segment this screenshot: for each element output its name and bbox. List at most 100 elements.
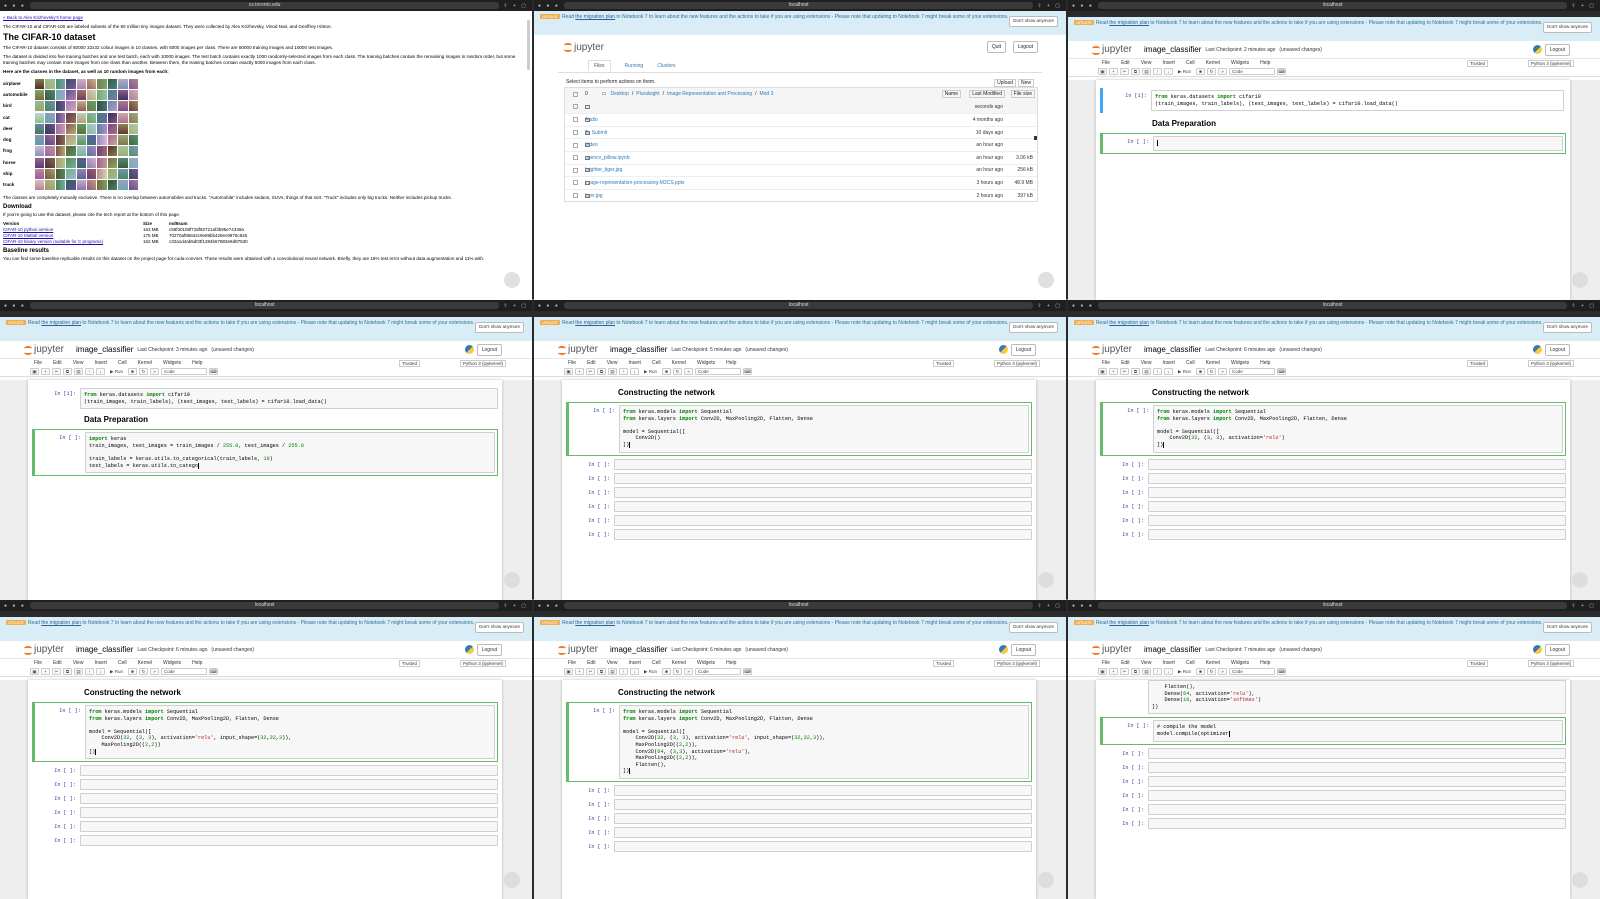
browser-actions[interactable]: ⇧ + ▢ <box>1037 303 1062 309</box>
cell-input[interactable] <box>1148 472 1566 484</box>
code-cell[interactable]: In [ ]: <box>1100 747 1566 759</box>
tab-clusters[interactable]: Clusters <box>657 63 675 69</box>
cut-icon[interactable]: ✂ <box>586 368 595 375</box>
add-cell-icon[interactable]: + <box>575 368 584 375</box>
code-cell[interactable]: In [ ]: <box>1100 789 1566 801</box>
migration-link[interactable]: the migration plan <box>1109 20 1149 26</box>
file-row[interactable]: .. seconds ago <box>565 100 1037 114</box>
code-cell[interactable]: In [ ]: <box>1100 761 1566 773</box>
logout-button[interactable]: Logout <box>1544 644 1570 656</box>
cell-input[interactable]: from keras.models import Sequential from… <box>619 405 1029 453</box>
code-cell[interactable]: In [ ]: <box>1100 500 1566 512</box>
dont-show-button[interactable]: Don't show anymore <box>1009 16 1058 27</box>
kernel-indicator[interactable]: Python 3 (ipykernel) <box>459 659 506 667</box>
cut-icon[interactable]: ✂ <box>52 368 61 375</box>
cell-input[interactable] <box>1148 803 1566 815</box>
migration-link[interactable]: the migration plan <box>575 620 615 626</box>
floating-button[interactable] <box>1572 572 1588 588</box>
trusted-indicator[interactable]: Trusted <box>932 659 954 667</box>
file-name[interactable]: brighter_tiger.jpg <box>571 167 622 173</box>
menu-item[interactable]: Edit <box>1121 360 1130 366</box>
fast-forward-icon[interactable]: » <box>1217 68 1227 75</box>
copy-icon[interactable]: ⧉ <box>597 368 606 375</box>
save-icon[interactable]: ▣ <box>564 668 573 675</box>
menu-item[interactable]: Kernel <box>138 360 152 366</box>
copy-icon[interactable]: ⧉ <box>63 368 72 375</box>
cell-input[interactable]: # compile the model model.compile(optimi… <box>1153 720 1563 742</box>
jupyter-logo[interactable]: jupyter <box>1092 644 1132 655</box>
menu-item[interactable]: Kernel <box>1206 360 1220 366</box>
menu-item[interactable]: Help <box>1260 60 1270 66</box>
fast-forward-icon[interactable]: » <box>149 668 159 675</box>
menu-item[interactable]: Widgets <box>163 360 181 366</box>
kernel-indicator[interactable]: Python 3 (ipykernel) <box>1527 59 1574 67</box>
jupyter-logo[interactable]: jupyter <box>1092 44 1132 55</box>
floating-button[interactable] <box>504 572 520 588</box>
menu-item[interactable]: Kernel <box>138 660 152 666</box>
trusted-indicator[interactable]: Trusted <box>398 659 420 667</box>
file-row[interactable]: To Submit 10 days ago <box>565 125 1037 139</box>
address-bar[interactable]: localhost <box>563 302 1034 309</box>
cell-input[interactable] <box>1148 486 1566 498</box>
add-cell-icon[interactable]: + <box>575 668 584 675</box>
cell-type-select[interactable]: Code <box>1228 668 1275 675</box>
menu-item[interactable]: View <box>73 360 84 366</box>
cell-type-select[interactable]: Code <box>1228 368 1275 375</box>
menu-item[interactable]: View <box>607 360 618 366</box>
download-link[interactable]: CIFAR-10 binary version (suitable for C … <box>3 239 103 244</box>
cell-input[interactable] <box>614 472 1032 484</box>
menu-item[interactable]: Insert <box>1162 660 1175 666</box>
window-controls[interactable]: ● ● ● <box>538 3 560 9</box>
file-name[interactable]: opencv_pillow.ipynb <box>571 155 629 161</box>
download-link[interactable]: CIFAR-10 Matlab version <box>3 233 53 238</box>
quit-button[interactable]: Quit <box>986 41 1006 53</box>
stop-icon[interactable]: ■ <box>1195 668 1205 675</box>
stop-icon[interactable]: ■ <box>1195 68 1205 75</box>
notebook-title[interactable]: image_classifier <box>1144 645 1201 654</box>
browser-actions[interactable]: ⇧ + ▢ <box>1037 603 1062 609</box>
cut-icon[interactable]: ✂ <box>1120 68 1129 75</box>
floating-button[interactable] <box>1038 272 1054 288</box>
menu-item[interactable]: Help <box>726 660 736 666</box>
menu-item[interactable]: Help <box>1260 660 1270 666</box>
stop-icon[interactable]: ■ <box>661 668 671 675</box>
cell-input[interactable] <box>1148 514 1566 526</box>
address-bar[interactable]: localhost <box>563 602 1034 609</box>
move-up-icon[interactable]: ↑ <box>1153 68 1162 75</box>
kernel-indicator[interactable]: Python 3 (ipykernel) <box>1527 659 1574 667</box>
run-button[interactable]: ▶ Run <box>1175 669 1194 675</box>
fast-forward-icon[interactable]: » <box>683 668 693 675</box>
menu-item[interactable]: Edit <box>53 360 62 366</box>
code-cell[interactable]: In [ ]: <box>32 821 498 833</box>
run-button[interactable]: ▶ Run <box>641 669 660 675</box>
address-bar[interactable]: localhost <box>29 302 500 309</box>
notebook-title[interactable]: image_classifier <box>610 645 667 654</box>
move-up-icon[interactable]: ↑ <box>1153 668 1162 675</box>
menu-item[interactable]: Cell <box>1186 360 1195 366</box>
code-cell[interactable]: In [ ]: <box>1100 486 1566 498</box>
cell-input[interactable] <box>1148 500 1566 512</box>
menu-item[interactable]: Help <box>192 660 202 666</box>
menu-item[interactable]: Cell <box>652 660 661 666</box>
code-cell[interactable]: In [ ]: <box>566 528 1032 540</box>
keyboard-icon[interactable]: ⌨ <box>742 668 752 675</box>
file-row[interactable]: Audio 4 months ago <box>565 113 1037 126</box>
new-button[interactable]: New <box>1017 79 1034 87</box>
paste-icon[interactable]: ▤ <box>74 668 83 675</box>
breadcrumb-item[interactable]: Mod 3 <box>759 91 773 97</box>
floating-button[interactable] <box>504 872 520 888</box>
keyboard-icon[interactable]: ⌨ <box>208 668 218 675</box>
row-checkbox[interactable] <box>573 155 578 161</box>
trusted-indicator[interactable]: Trusted <box>1466 59 1488 67</box>
cell-input[interactable] <box>614 798 1032 810</box>
menu-item[interactable]: Insert <box>1162 360 1175 366</box>
move-up-icon[interactable]: ↑ <box>85 368 94 375</box>
upload-button[interactable]: Upload <box>994 79 1016 87</box>
address-bar[interactable]: localhost <box>563 2 1034 9</box>
tab-files[interactable]: Files <box>588 60 611 71</box>
cut-icon[interactable]: ✂ <box>586 668 595 675</box>
run-button[interactable]: ▶ Run <box>107 669 126 675</box>
cell-type-select[interactable]: Code <box>160 368 207 375</box>
row-checkbox[interactable] <box>573 104 578 110</box>
code-cell[interactable]: In [ ]: <box>1100 514 1566 526</box>
